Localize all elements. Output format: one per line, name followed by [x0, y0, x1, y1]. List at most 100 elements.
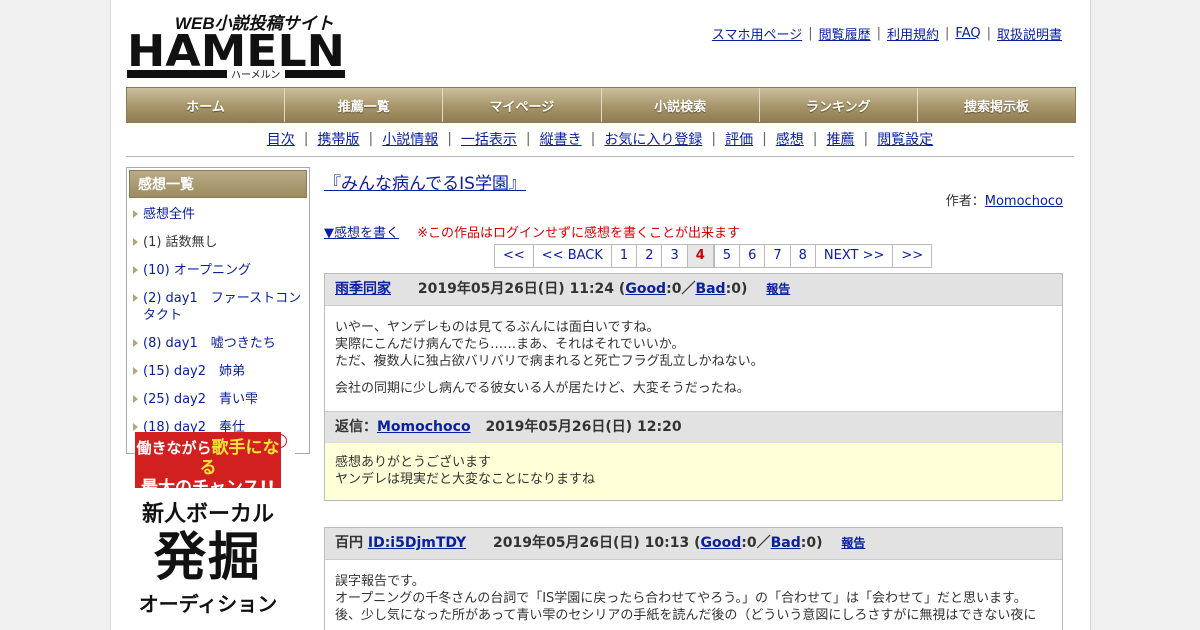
- nav-mypage[interactable]: マイページ: [443, 88, 602, 122]
- subnav-recommend[interactable]: 推薦: [827, 129, 855, 149]
- write-comment-line: ▼感想を書く ※この作品はログインせずに感想を書くことが出来ます: [324, 222, 740, 241]
- global-nav: ホーム 推薦一覧 マイページ 小説検索 ランキング 捜索掲示板: [126, 87, 1076, 123]
- good-button[interactable]: Good: [625, 281, 666, 297]
- sidebar-item-no-episode: (1) 話数無し: [129, 232, 307, 253]
- sidebar-item-label[interactable]: (25) day2 青い雫: [143, 392, 258, 407]
- ad-info-icon[interactable]: i: [273, 434, 287, 448]
- comment-user-link[interactable]: ID:i5DjmTDY: [368, 535, 466, 551]
- login-warning: ※この作品はログインせずに感想を書くことが出来ます: [417, 226, 741, 241]
- sidebar-item-opening[interactable]: (10) オープニング: [129, 260, 307, 281]
- top-links: スマホ用ページ | 閲覧履歴 | 利用規約 | FAQ | 取扱説明書: [712, 24, 1062, 43]
- ad-text-c: 新人ボーカル: [141, 502, 274, 527]
- link-faq[interactable]: FAQ: [955, 26, 980, 41]
- reply-date: 2019年05月26日(日) 12:20: [485, 419, 682, 435]
- reply-author-link[interactable]: Momochoco: [377, 419, 471, 435]
- nav-search[interactable]: 小説検索: [601, 88, 760, 122]
- subnav-comments[interactable]: 感想: [776, 129, 804, 149]
- comment-body: いやー、ヤンデレものは見てるぶんには面白いですね。 実際にこんだけ病んでたら………: [325, 306, 1062, 411]
- subnav-vertical[interactable]: 縦書き: [540, 129, 582, 149]
- good-button[interactable]: Good: [700, 535, 741, 551]
- sidebar-item-label: (1) 話数無し: [143, 235, 218, 250]
- nav-ranking[interactable]: ランキング: [759, 88, 918, 122]
- subnav-all[interactable]: 一括表示: [461, 129, 517, 149]
- report-link[interactable]: 報告: [766, 282, 790, 296]
- nav-board[interactable]: 捜索掲示板: [917, 88, 1076, 122]
- sidebar-item-day2-siblings[interactable]: (15) day2 姉弟: [129, 361, 307, 382]
- link-smartphone[interactable]: スマホ用ページ: [712, 24, 802, 43]
- ad-text-a: 働きながら: [136, 439, 212, 457]
- write-comment-link[interactable]: ▼感想を書く: [324, 226, 399, 241]
- divider: [126, 156, 1074, 157]
- pager-page[interactable]: 3: [662, 245, 688, 267]
- subnav-settings[interactable]: 閲覧設定: [877, 129, 933, 149]
- subnav-toc[interactable]: 目次: [267, 129, 295, 149]
- advertisement[interactable]: i 働きながら歌手になる 最大のチャンス!! 新人ボーカル 発掘 オーディション: [135, 432, 295, 630]
- sidebar-item-day1-liars[interactable]: (8) day1 嘘つきたち: [129, 333, 307, 354]
- comment-date: 2019年05月26日(日) 10:13: [493, 535, 690, 551]
- subnav-favorite[interactable]: お気に入り登録: [604, 129, 702, 149]
- pager-page[interactable]: 6: [740, 245, 766, 267]
- subnav-rate[interactable]: 評価: [725, 129, 753, 149]
- sidebar-item-label[interactable]: (8) day1 嘘つきたち: [143, 336, 276, 351]
- sidebar-item-day1-first-contact[interactable]: (2) day1 ファーストコンタクト: [129, 288, 307, 326]
- pager-last[interactable]: >>: [893, 245, 932, 267]
- pager-page[interactable]: 7: [765, 245, 791, 267]
- sidebar-item-day2-blue-tears[interactable]: (25) day2 青い雫: [129, 389, 307, 410]
- pager-back[interactable]: << BACK: [533, 245, 612, 267]
- separator: |: [525, 131, 531, 147]
- pager-page[interactable]: 5: [713, 245, 741, 267]
- sidebar: 感想一覧 感想全件 (1) 話数無し (10) オープニング (2) day1 …: [126, 167, 310, 454]
- separator: |: [590, 131, 596, 147]
- bad-count: 0: [731, 281, 741, 297]
- pager-next[interactable]: NEXT >>: [815, 245, 894, 267]
- separator: |: [368, 131, 374, 147]
- nav-recommend[interactable]: 推薦一覧: [285, 88, 444, 122]
- nav-home[interactable]: ホーム: [127, 88, 286, 122]
- separator: |: [945, 26, 950, 41]
- comment-paragraph: いやー、ヤンデレものは見てるぶんには面白いですね。 実際にこんだけ病んでたら………: [335, 320, 764, 369]
- bad-button[interactable]: Bad: [771, 535, 801, 551]
- link-manual[interactable]: 取扱説明書: [997, 24, 1062, 43]
- sidebar-item-all[interactable]: 感想全件: [129, 204, 307, 225]
- separator: |: [876, 26, 881, 41]
- link-terms[interactable]: 利用規約: [887, 24, 939, 43]
- sidebar-item-label[interactable]: (10) オープニング: [143, 263, 251, 278]
- comment-header: 雨季同家 2019年05月26日(日) 11:24 (Good:0／Bad:0)…: [325, 274, 1062, 306]
- ad-text-e: オーディション: [138, 592, 278, 616]
- subnav-mobile[interactable]: 携帯版: [317, 129, 359, 149]
- report-link[interactable]: 報告: [841, 536, 865, 550]
- pager-page[interactable]: 2: [637, 245, 663, 267]
- pager-first[interactable]: <<: [495, 245, 534, 267]
- site-logo[interactable]: WEB小説投稿サイト HAMELN ハーメルン: [127, 10, 347, 80]
- comment-paragraph: 会社の同期に少し病んでる彼女いる人が居たけど、大変そうだったね。: [335, 381, 750, 396]
- pager-page[interactable]: 8: [790, 245, 816, 267]
- pagination: << << BACK 1 2 3 4 5 6 7 8 NEXT >> >>: [494, 244, 933, 268]
- separator: |: [447, 131, 452, 147]
- comment-date: 2019年05月26日(日) 11:24: [417, 281, 615, 297]
- ad-banner-red: 働きながら歌手になる 最大のチャンス!!: [135, 432, 281, 498]
- logo-kana: ハーメルン: [231, 70, 280, 80]
- separator: |: [808, 26, 813, 41]
- ad-text-a-highlight: 歌手になる: [199, 438, 280, 478]
- comment-header: 百円 ID:i5DjmTDY 2019年05月26日(日) 10:13 (Goo…: [325, 528, 1062, 560]
- sidebar-item-label[interactable]: (2) day1 ファーストコンタクト: [143, 291, 301, 323]
- comment-user-link[interactable]: 雨季同家: [335, 281, 391, 297]
- comment: 雨季同家 2019年05月26日(日) 11:24 (Good:0／Bad:0)…: [324, 273, 1063, 501]
- bad-button[interactable]: Bad: [695, 281, 725, 297]
- separator: |: [863, 131, 869, 147]
- pager-current: 4: [687, 245, 714, 267]
- pager-page[interactable]: 1: [611, 245, 638, 267]
- link-history[interactable]: 閲覧履歴: [819, 24, 871, 43]
- separator: |: [986, 26, 991, 41]
- work-title-link[interactable]: 『みんな病んでるIS学園』: [324, 169, 526, 194]
- author-label: 作者：: [945, 194, 985, 209]
- separator: |: [711, 131, 717, 147]
- sidebar-item-label[interactable]: 感想全件: [143, 207, 195, 222]
- author-link[interactable]: Momochoco: [985, 194, 1063, 209]
- bad-count: 0: [806, 535, 817, 551]
- subnav-info[interactable]: 小説情報: [382, 129, 438, 149]
- sidebar-item-label[interactable]: (15) day2 姉弟: [143, 364, 245, 379]
- reply-label: 返信：: [335, 419, 377, 435]
- sidebar-list: 感想全件 (1) 話数無し (10) オープニング (2) day1 ファースト…: [129, 204, 307, 438]
- separator: |: [812, 131, 818, 147]
